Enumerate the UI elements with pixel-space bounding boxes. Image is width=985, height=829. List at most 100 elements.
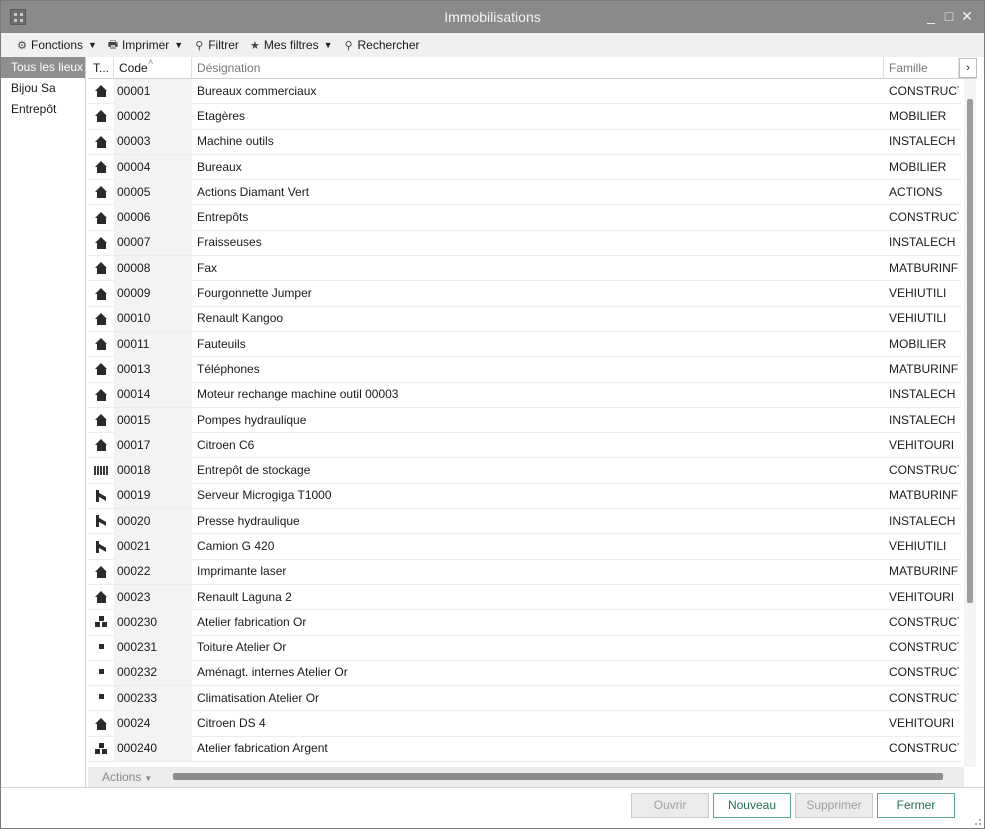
new-button[interactable]: Nouveau — [713, 793, 791, 818]
toolbar-fonctions-label: Fonctions — [31, 38, 84, 52]
designation-cell: Fraisseuses — [197, 235, 262, 250]
close-button[interactable]: Fermer — [877, 793, 955, 818]
type-cell — [88, 104, 114, 129]
table-row[interactable]: 00017 Citroen C6 VEHITOURI — [88, 432, 961, 459]
table-row[interactable]: 00015 Pompes hydraulique INSTALECH — [88, 407, 961, 434]
tool-icon — [95, 515, 108, 528]
table-row[interactable]: 00022 Imprimante laser MATBURINF — [88, 559, 961, 585]
gear-icon: ⚙ — [17, 39, 27, 52]
chevron-down-icon: ▼ — [144, 774, 153, 783]
search-icon: ⚲ — [344, 39, 353, 52]
window-controls: _ □ ✕ — [924, 7, 974, 25]
table-row[interactable]: 00019 Serveur Microgiga T1000 MATBURINF — [88, 483, 961, 510]
vertical-scrollbar[interactable] — [964, 79, 976, 767]
table-row[interactable]: 000231 Toiture Atelier Or CONSTRUCT — [88, 635, 961, 661]
designation-cell: Actions Diamant Vert — [197, 184, 310, 199]
code-cell: 00018 — [114, 458, 192, 484]
code-cell: 00006 — [114, 205, 192, 231]
code-cell: 00024 — [114, 711, 192, 737]
type-cell — [88, 509, 114, 534]
table-row[interactable]: 00005 Actions Diamant Vert ACTIONS — [88, 179, 961, 206]
toolbar-rechercher-button[interactable]: ⚲ Rechercher — [340, 35, 423, 55]
code-cell: 00007 — [114, 230, 192, 256]
sidebar-item-location[interactable]: Tous les lieux — [1, 57, 85, 78]
horizontal-scrollbar[interactable] — [173, 773, 943, 780]
famille-cell: ACTIONS — [889, 184, 943, 199]
main-window: Immobilisations _ □ ✕ ⚙ Fonctions ▼ 🖶 Imprim… — [0, 0, 985, 829]
table-row[interactable]: 00014 Moteur rechange machine outil 00003… — [88, 382, 961, 408]
code-cell: 000231 — [114, 635, 192, 661]
house-icon — [94, 85, 108, 98]
delete-button[interactable]: Supprimer — [795, 793, 873, 818]
table-row[interactable]: 00020 Presse hydraulique INSTALECH — [88, 508, 961, 535]
designation-cell: Serveur Microgiga T1000 — [197, 488, 332, 503]
house-icon — [94, 287, 108, 300]
table-row[interactable]: 00007 Fraisseuses INSTALECH — [88, 230, 961, 257]
code-cell: 00008 — [114, 255, 192, 281]
sidebar-item-location[interactable]: Entrepôt — [1, 99, 85, 120]
code-cell: 00022 — [114, 559, 192, 585]
toolbar-mes-filtres-label: Mes filtres — [263, 38, 319, 52]
code-cell: 00021 — [114, 534, 192, 559]
table-row[interactable]: 00006 Entrepôts CONSTRUCT — [88, 205, 961, 231]
house-icon — [94, 161, 108, 174]
column-header-famille[interactable]: Famille — [884, 57, 959, 79]
type-cell — [88, 559, 114, 584]
type-cell — [88, 180, 114, 205]
table-row[interactable]: 00011 Fauteuils MOBILIER — [88, 331, 961, 358]
famille-cell: INSTALECH — [889, 412, 956, 427]
chevron-down-icon: ▼ — [323, 40, 333, 50]
table-row[interactable]: 00023 Renault Laguna 2 VEHITOURI — [88, 584, 961, 611]
type-cell — [88, 129, 114, 154]
designation-cell: Atelier fabrication Argent — [197, 741, 328, 756]
column-header-type[interactable]: T... — [88, 57, 114, 79]
dialog-buttons: Ouvrir Nouveau Supprimer Fermer — [1, 787, 984, 828]
title-bar[interactable]: Immobilisations _ □ ✕ — [1, 1, 984, 33]
chevron-down-icon: ▼ — [88, 40, 97, 50]
table-row[interactable]: 00004 Bureaux MOBILIER — [88, 154, 961, 181]
maximize-icon[interactable]: □ — [942, 7, 956, 25]
close-icon[interactable]: ✕ — [960, 7, 974, 25]
table-row[interactable]: 00013 Téléphones MATBURINF — [88, 356, 961, 383]
toolbar-imprimer-button[interactable]: 🖶 Imprimer ▼ — [104, 35, 186, 55]
code-cell: 00009 — [114, 281, 192, 307]
type-cell — [88, 256, 114, 281]
table-row[interactable]: 00010 Renault Kangoo VEHIUTILI — [88, 306, 961, 332]
famille-cell: INSTALECH — [889, 235, 956, 250]
column-header-designation[interactable]: Désignation — [192, 57, 884, 79]
toolbar-mes-filtres-button[interactable]: ★ Mes filtres ▼ — [246, 35, 336, 55]
scroll-right-icon[interactable]: › — [959, 58, 977, 78]
table-row[interactable]: 00002 Etagères MOBILIER — [88, 103, 961, 130]
table-row[interactable]: 00018 Entrepôt de stockage CONSTRUCT — [88, 458, 961, 484]
type-cell — [88, 205, 114, 230]
actions-dropdown[interactable]: Actions ▼ — [102, 770, 162, 784]
table-row[interactable]: 00024 Citroen DS 4 VEHITOURI — [88, 711, 961, 737]
famille-cell: MOBILIER — [889, 108, 947, 123]
famille-cell: VEHITOURI — [889, 716, 955, 731]
table-row[interactable]: 00009 Fourgonnette Jumper VEHIUTILI — [88, 281, 961, 307]
table-row[interactable]: 00021 Camion G 420 VEHIUTILI — [88, 534, 961, 560]
dot-icon — [95, 642, 108, 654]
table-row[interactable]: 000232 Aménagt. internes Atelier Or CONSTR… — [88, 660, 961, 687]
toolbar-fonctions-button[interactable]: ⚙ Fonctions ▼ — [13, 35, 100, 55]
vertical-scrollbar-thumb[interactable] — [967, 99, 973, 603]
search-icon: ⚲ — [195, 39, 204, 52]
table-row[interactable]: 00001 Bureaux commerciaux CONSTRUCT — [88, 78, 961, 105]
code-cell: 00015 — [114, 407, 192, 433]
open-button[interactable]: Ouvrir — [631, 793, 709, 818]
table-row[interactable]: 00003 Machine outils INSTALECH — [88, 129, 961, 155]
sort-ascending-icon: ˄ — [148, 57, 154, 67]
table-row[interactable]: 00008 Fax MATBURINF — [88, 255, 961, 282]
house-icon — [94, 262, 108, 275]
resize-grip-icon[interactable] — [975, 819, 981, 825]
table-row[interactable]: 000233 Climatisation Atelier Or CONSTRUCT — [88, 685, 961, 712]
table-row[interactable]: 000240 Atelier fabrication Argent CONSTRUC… — [88, 736, 961, 763]
designation-cell: Presse hydraulique — [197, 513, 300, 528]
type-cell — [88, 306, 114, 331]
column-header-code[interactable]: Code ˄ — [114, 57, 192, 79]
designation-cell: Imprimante laser — [197, 564, 287, 579]
toolbar-filtrer-button[interactable]: ⚲ Filtrer — [190, 35, 242, 55]
sidebar-item-location[interactable]: Bijou Sa — [1, 78, 85, 99]
table-row[interactable]: 000230 Atelier fabrication Or CONSTRUCT — [88, 609, 961, 636]
minimize-icon[interactable]: _ — [924, 7, 938, 25]
